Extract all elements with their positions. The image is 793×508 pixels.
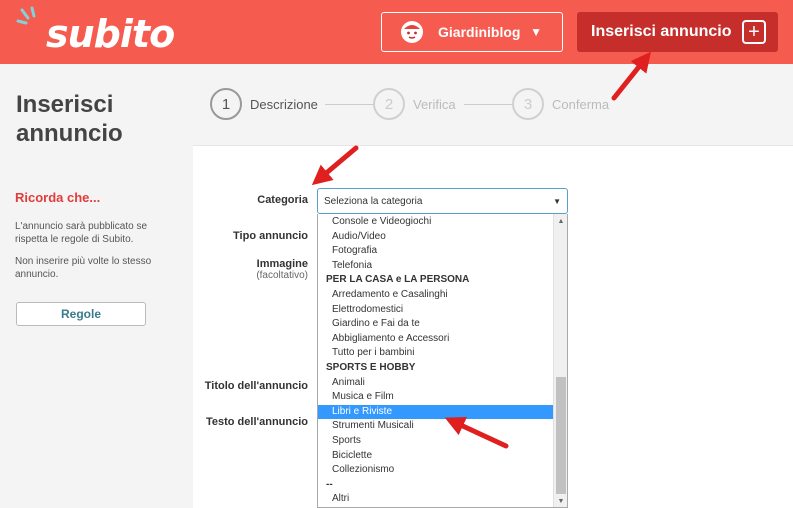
dropdown-option[interactable]: Telefonia — [318, 259, 554, 274]
ad-text-label: Testo dell'annuncio — [205, 416, 308, 428]
info-text: L'annuncio sarà pubblicato se rispetta l… — [15, 220, 175, 290]
page-title: Inserisci annuncio — [16, 90, 166, 148]
post-ad-button[interactable]: Inserisci annuncio + — [577, 12, 778, 52]
remember-heading: Ricorda che... — [15, 190, 101, 205]
subito-logo[interactable]: subito — [16, 6, 175, 56]
step-number: 1 — [210, 88, 242, 120]
category-dropdown-list[interactable]: Altri -- Collezionismo Biciclette Sports Stru… — [317, 214, 568, 508]
image-optional-label: (facoltativo) — [256, 270, 308, 281]
rules-button[interactable]: Regole — [16, 302, 146, 326]
chevron-down-icon: ▼ — [530, 25, 542, 39]
dropdown-option[interactable]: Libri e Riviste — [318, 404, 554, 420]
step-number: 3 — [512, 88, 544, 120]
dropdown-option[interactable]: Fotografia — [318, 244, 554, 259]
user-name: Giardiniblog — [438, 24, 521, 40]
dropdown-option[interactable]: Abbigliamento e Accessori — [318, 332, 554, 347]
ad-type-label: Tipo annuncio — [233, 230, 308, 242]
dropdown-option[interactable]: Tutto per i bambini — [318, 346, 554, 361]
step-label: Descrizione — [250, 96, 318, 112]
top-header: subito Giardiniblog ▼ Inserisci annuncio… — [0, 0, 793, 64]
dropdown-group-header: PER LA CASA e LA PERSONA — [326, 274, 470, 286]
scrollbar-thumb[interactable] — [556, 377, 566, 494]
dropdown-group-header: -- — [326, 478, 333, 490]
logo-rays-icon — [16, 6, 36, 25]
logo-text: subito — [46, 12, 175, 56]
user-menu-button[interactable]: Giardiniblog ▼ — [381, 12, 563, 52]
dropdown-option[interactable]: Musica e Film — [318, 390, 554, 405]
caret-down-icon: ▼ — [553, 197, 561, 206]
dropdown-option[interactable]: Console e Videogiochi — [318, 215, 554, 230]
step-description: 1 Descrizione — [210, 88, 318, 120]
dropdown-option[interactable]: Strumenti Musicali — [318, 419, 554, 434]
step-label: Verifica — [413, 96, 456, 112]
step-confirm: 3 Conferma — [512, 88, 609, 120]
info-rules-text: L'annuncio sarà pubblicato se rispetta l… — [15, 221, 148, 245]
dropdown-option[interactable]: Altri — [318, 492, 554, 507]
step-number: 2 — [373, 88, 405, 120]
stepper-line-1 — [325, 104, 373, 105]
dropdown-option[interactable]: Elettrodomestici — [318, 303, 554, 318]
step-label: Conferma — [552, 96, 610, 112]
page-title-line1: Inserisci — [16, 91, 114, 118]
scroll-up-icon[interactable]: ▲ — [554, 216, 567, 228]
dropdown-group-header: SPORTS E HOBBY — [326, 362, 416, 373]
page-title-line2: annuncio — [16, 120, 123, 147]
ad-title-label: Titolo dell'annuncio — [204, 380, 308, 392]
dropdown-option[interactable]: Collezionismo — [318, 463, 554, 478]
info-duplicate-text: Non inserire più volte lo stesso annunci… — [15, 256, 152, 280]
step-verify: 2 Verifica — [373, 88, 456, 120]
dropdown-option[interactable]: Arredamento e Casalinghi — [318, 288, 554, 303]
category-label: Categoria — [257, 194, 308, 206]
plus-icon: + — [742, 20, 766, 44]
baby-face-icon — [401, 21, 423, 43]
post-ad-label: Inserisci annuncio — [591, 23, 732, 40]
dropdown-option[interactable]: Audio/Video — [318, 230, 554, 245]
scroll-down-icon[interactable]: ▼ — [554, 496, 567, 507]
category-select[interactable]: Seleziona la categoria ▼ — [317, 188, 568, 214]
dropdown-option[interactable]: Sports — [318, 434, 554, 449]
dropdown-option[interactable]: Giardino e Fai da te — [318, 317, 554, 332]
dropdown-option[interactable]: Biciclette — [318, 449, 554, 464]
dropdown-scrollbar[interactable]: ▲ ▼ — [553, 214, 567, 507]
stepper-line-2 — [464, 104, 512, 105]
category-select-value: Seleziona la categoria — [324, 195, 423, 207]
arrow-to-post-button — [611, 51, 651, 101]
image-label: Immagine — [256, 258, 308, 270]
dropdown-option[interactable]: Animali — [318, 376, 554, 391]
